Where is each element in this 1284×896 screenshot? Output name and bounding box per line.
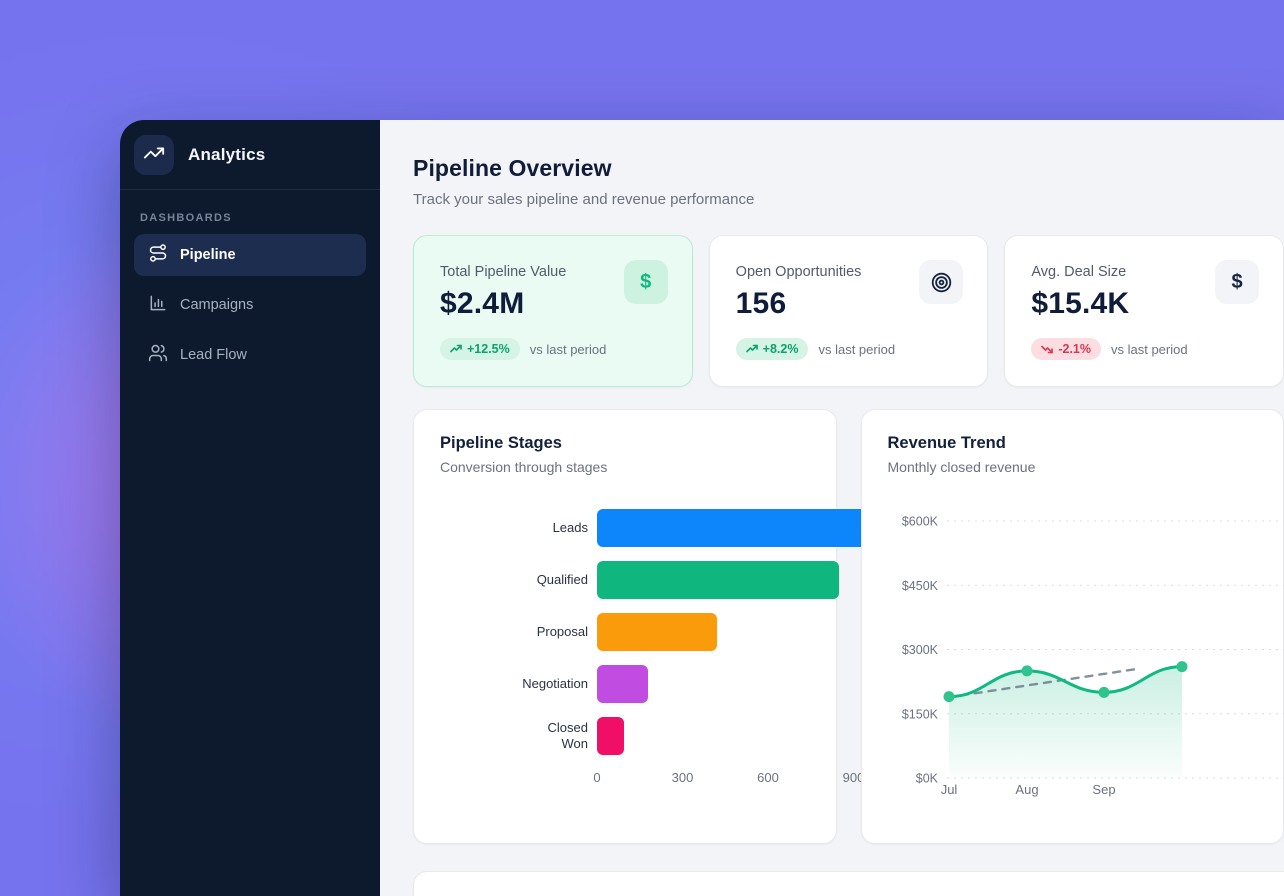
kpi-card-avg-deal-size: Avg. Deal Size $15.4K -2.1% vs last peri… (1004, 235, 1284, 387)
sidebar-item-campaigns[interactable]: Campaigns (134, 284, 366, 326)
bar-track (597, 613, 810, 651)
y-tick-label: $300K (901, 643, 938, 657)
stage-bar-proposal[interactable] (597, 613, 717, 651)
x-tick-label: 0 (593, 770, 600, 785)
bar-track (597, 509, 810, 547)
compare-label: vs last period (818, 342, 895, 357)
desktop-background: Analytics DASHBOARDS Pipeline Campa (0, 0, 1284, 896)
stage-bar-qualified[interactable] (597, 561, 839, 599)
x-tick-label: Sep (1092, 782, 1115, 797)
revenue-line-chart: $600K $450K $300K $150K $0KJul Aug Sep (888, 434, 1284, 814)
change-badge: +8.2% (736, 338, 809, 360)
trend-up-icon (746, 343, 758, 355)
trend-up-icon (450, 343, 462, 355)
bar-row: Proposal (440, 606, 810, 658)
change-badge: +12.5% (440, 338, 520, 360)
category-label: Qualified (440, 572, 597, 588)
x-tick-label: 600 (757, 770, 779, 785)
page-title: Pipeline Overview (413, 155, 1284, 182)
category-label: Proposal (440, 624, 597, 640)
category-label: Closed Won (440, 720, 597, 753)
trend-down-icon (1041, 343, 1053, 355)
stage-bar-negotiation[interactable] (597, 665, 648, 703)
sidebar-item-label: Pipeline (180, 247, 236, 263)
partial-bottom-card (413, 871, 1284, 896)
y-tick-label: $0K (915, 772, 938, 786)
x-tick-label: Aug (1015, 782, 1038, 797)
stages-bar-chart: Leads Qualified Proposal Negotiation Closed … (440, 502, 810, 792)
charts-row: Pipeline Stages Conversion through stage… (413, 409, 1284, 844)
bar-row: Leads (440, 502, 810, 554)
brand[interactable]: Analytics (120, 120, 380, 189)
dollar-sign-icon: $ (1215, 260, 1259, 304)
category-label: Leads (440, 520, 597, 536)
page-subtitle: Track your sales pipeline and revenue pe… (413, 191, 1284, 208)
chart-title: Pipeline Stages (440, 434, 810, 453)
sidebar-divider (120, 189, 380, 190)
category-label: Negotiation (440, 676, 597, 692)
compare-label: vs last period (530, 342, 607, 357)
y-tick-label: $450K (901, 579, 938, 593)
sidebar: Analytics DASHBOARDS Pipeline Campa (120, 120, 380, 896)
dollar-sign-icon: $ (624, 260, 668, 304)
bar-track (597, 717, 810, 755)
data-point[interactable] (943, 691, 954, 702)
bar-row: Qualified (440, 554, 810, 606)
analytics-app-window: Analytics DASHBOARDS Pipeline Campa (120, 120, 1284, 896)
brand-name: Analytics (188, 145, 265, 165)
sidebar-section-label: DASHBOARDS (140, 212, 360, 224)
trend-area-fill (949, 667, 1182, 778)
revenue-trend-card: Revenue Trend Monthly closed revenue $60… (861, 409, 1284, 844)
bar-row: Negotiation (440, 658, 810, 710)
users-icon (148, 343, 168, 367)
analytics-logo (134, 135, 174, 175)
sidebar-item-pipeline[interactable]: Pipeline (134, 234, 366, 276)
chart-subtitle: Conversion through stages (440, 459, 810, 475)
main-content: Pipeline Overview Track your sales pipel… (380, 120, 1284, 896)
y-tick-label: $600K (901, 515, 938, 529)
kpi-row: Total Pipeline Value $2.4M +12.5% vs las… (413, 235, 1284, 387)
data-point[interactable] (1021, 665, 1032, 676)
sidebar-item-label: Campaigns (180, 297, 253, 313)
kpi-card-total-pipeline-value: Total Pipeline Value $2.4M +12.5% vs las… (413, 235, 693, 387)
bar-track (597, 665, 810, 703)
x-axis: 03006009001200 (440, 770, 810, 792)
stage-bar-closed-won[interactable] (597, 717, 624, 755)
bar-row: Closed Won (440, 710, 810, 762)
pipeline-stages-card: Pipeline Stages Conversion through stage… (413, 409, 837, 844)
bar-track (597, 561, 810, 599)
trending-up-icon (143, 142, 165, 169)
route-icon (148, 243, 168, 267)
bar-chart-icon (148, 293, 168, 317)
x-tick-label: 300 (672, 770, 694, 785)
y-tick-label: $150K (901, 707, 938, 721)
x-tick-label: Jul (940, 782, 957, 797)
target-icon (919, 260, 963, 304)
kpi-card-open-opportunities: Open Opportunities 156 +8.2% vs last per… (709, 235, 989, 387)
sidebar-item-label: Lead Flow (180, 347, 247, 363)
change-badge: -2.1% (1031, 338, 1101, 360)
sidebar-item-lead-flow[interactable]: Lead Flow (134, 334, 366, 376)
compare-label: vs last period (1111, 342, 1188, 357)
data-point[interactable] (1176, 661, 1187, 672)
data-point[interactable] (1098, 687, 1109, 698)
